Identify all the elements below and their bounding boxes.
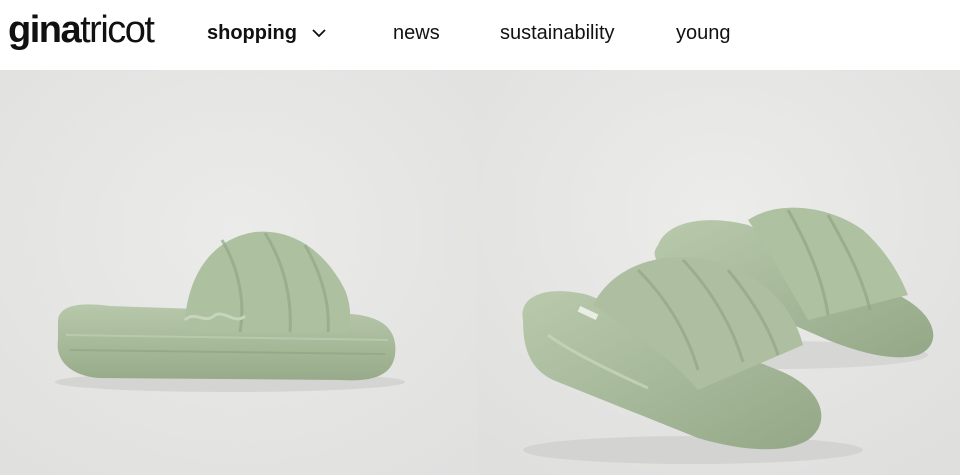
nav-item-young[interactable]: young [676,20,731,46]
product-image-side[interactable] [0,70,478,475]
main-nav: shopping news sustainability young [0,0,960,70]
nav-item-label: shopping [207,22,297,44]
product-image-pair[interactable] [478,70,960,475]
nav-item-news[interactable]: news [393,20,440,46]
slipper-side-illustration [0,70,478,475]
product-gallery [0,70,960,475]
nav-item-label: sustainability [500,22,615,44]
chevron-down-icon [312,29,326,38]
site-header: ginatricot shopping news sustainability … [0,0,960,70]
slipper-pair-illustration [478,70,960,475]
nav-item-label: news [393,22,440,44]
nav-item-sustainability[interactable]: sustainability [500,20,615,46]
nav-item-label: young [676,22,731,44]
nav-item-shopping[interactable]: shopping [207,20,327,46]
